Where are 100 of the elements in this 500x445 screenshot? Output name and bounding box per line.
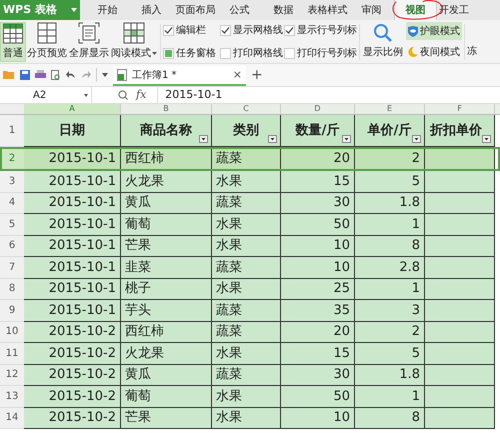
row-number[interactable]: 14	[0, 408, 24, 429]
header-cell: 日期	[24, 115, 121, 147]
caret-icon[interactable]	[102, 73, 108, 77]
table-cell: 韭菜	[121, 257, 212, 278]
table-cell: 8	[355, 236, 425, 257]
document-tab[interactable]: 工作簿1 * ×	[113, 66, 246, 86]
table-cell	[425, 300, 495, 322]
row-number[interactable]: 9	[0, 300, 24, 322]
function-button[interactable]: fx	[136, 86, 146, 104]
eye-mode-button[interactable]: 护眼模式	[406, 22, 462, 40]
table-cell: 2015-10-1	[24, 147, 121, 171]
table-cell: 25	[281, 278, 355, 300]
filter-dropdown-icon[interactable]	[482, 135, 491, 143]
save-icon[interactable]	[20, 70, 30, 80]
table-cell	[425, 322, 495, 343]
checkbox[interactable]	[163, 24, 174, 36]
table-cell	[425, 364, 495, 386]
checkbox-label: 任务窗格	[176, 46, 216, 60]
search-icon[interactable]	[118, 90, 128, 100]
undo-icon[interactable]	[66, 71, 76, 79]
menu-tab[interactable]: 表格样式	[306, 0, 349, 20]
table-cell: 水果	[212, 343, 281, 364]
table-cell: 蔬菜	[212, 192, 281, 214]
table-cell: 2015-10-1	[24, 278, 121, 300]
row-number[interactable]: 5	[0, 214, 24, 236]
freeze-button[interactable]: 冻	[467, 44, 477, 59]
table-cell: 2	[355, 322, 425, 343]
menu-tab[interactable]: 视图	[394, 0, 437, 20]
table-cell: 水果	[212, 171, 281, 192]
table-cell: 15	[281, 343, 355, 364]
row-number[interactable]: 10	[0, 322, 24, 343]
view-mode-button[interactable]: 普通	[0, 22, 26, 62]
column-header[interactable]: C	[212, 104, 281, 114]
checkbox[interactable]	[220, 48, 231, 58]
column-header[interactable]: A	[24, 104, 121, 114]
table-cell	[425, 343, 495, 364]
filter-dropdown-icon[interactable]	[342, 135, 351, 143]
filter-dropdown-icon[interactable]	[268, 135, 277, 143]
checkbox[interactable]	[163, 48, 174, 58]
menu-tab[interactable]: 数据	[262, 0, 305, 20]
menu-tab[interactable]: 开始	[86, 0, 129, 20]
zoom-ratio-button[interactable]: 显示比例	[362, 22, 404, 62]
menu-tab[interactable]: 插入	[130, 0, 173, 20]
filter-dropdown-icon[interactable]	[412, 135, 421, 143]
column-header[interactable]: B	[121, 104, 212, 114]
row-number[interactable]: 1	[0, 115, 24, 147]
checkbox[interactable]	[284, 48, 295, 58]
row-number[interactable]: 7	[0, 257, 24, 278]
table-cell: 10	[281, 236, 355, 257]
checkbox[interactable]	[284, 24, 295, 36]
formula-field[interactable]: 2015-10-1	[157, 87, 500, 103]
table-cell	[425, 386, 495, 408]
print-preview-icon[interactable]	[51, 70, 61, 80]
new-tab-button[interactable]: +	[251, 68, 263, 82]
menu-tab[interactable]: 审阅	[350, 0, 393, 20]
table-cell: 35	[281, 300, 355, 322]
view-mode-button[interactable]: 分页预览	[26, 22, 68, 62]
table-cell: 2015-10-2	[24, 322, 121, 343]
table-cell: 2015-10-1	[24, 236, 121, 257]
close-tab-button[interactable]: ×	[232, 66, 242, 84]
filter-dropdown-icon[interactable]	[199, 135, 208, 143]
checkbox-label: 编辑栏	[176, 24, 206, 38]
table-cell: 芒果	[121, 408, 212, 429]
row-number[interactable]: 8	[0, 278, 24, 300]
row-number[interactable]: 12	[0, 364, 24, 386]
table-cell: 火龙果	[121, 171, 212, 192]
table-cell: 西红柿	[121, 322, 212, 343]
table-cell: 20	[281, 322, 355, 343]
table-cell	[425, 236, 495, 257]
row-number[interactable]: 13	[0, 386, 24, 408]
table-cell: 蔬菜	[212, 322, 281, 343]
app-menu-button[interactable]: WPS 表格	[0, 0, 80, 20]
name-box[interactable]: A2	[0, 87, 92, 103]
row-number[interactable]: 4	[0, 192, 24, 214]
table-cell: 蔬菜	[212, 364, 281, 386]
column-header[interactable]: E	[355, 104, 425, 114]
column-header[interactable]: F	[425, 104, 495, 114]
night-mode-button[interactable]: 夜间模式	[406, 43, 462, 61]
table-cell	[425, 257, 495, 278]
table-cell: 10	[281, 408, 355, 429]
table-cell: 2015-10-1	[24, 171, 121, 192]
row-number[interactable]: 6	[0, 236, 24, 257]
menu-tab[interactable]: 公式	[218, 0, 261, 20]
view-mode-button[interactable]: 全屏显示	[68, 22, 110, 62]
row-number[interactable]: 2	[0, 147, 24, 171]
checkbox[interactable]	[220, 24, 231, 36]
table-cell: 1	[355, 278, 425, 300]
header-cell: 单价/斤	[355, 115, 425, 147]
view-mode-button[interactable]: 阅读模式	[110, 22, 158, 62]
row-number[interactable]: 3	[0, 171, 24, 192]
table-cell: 5	[355, 343, 425, 364]
table-cell: 水果	[212, 236, 281, 257]
checkbox-label: 显示行号列标	[297, 24, 357, 38]
table-cell: 3	[355, 300, 425, 322]
column-header[interactable]: D	[281, 104, 355, 114]
row-number[interactable]: 11	[0, 343, 24, 364]
table-cell	[425, 147, 495, 171]
printer-icon[interactable]	[35, 70, 46, 80]
table-cell: 水果	[212, 214, 281, 236]
menu-tab[interactable]: 页面布局	[174, 0, 217, 20]
